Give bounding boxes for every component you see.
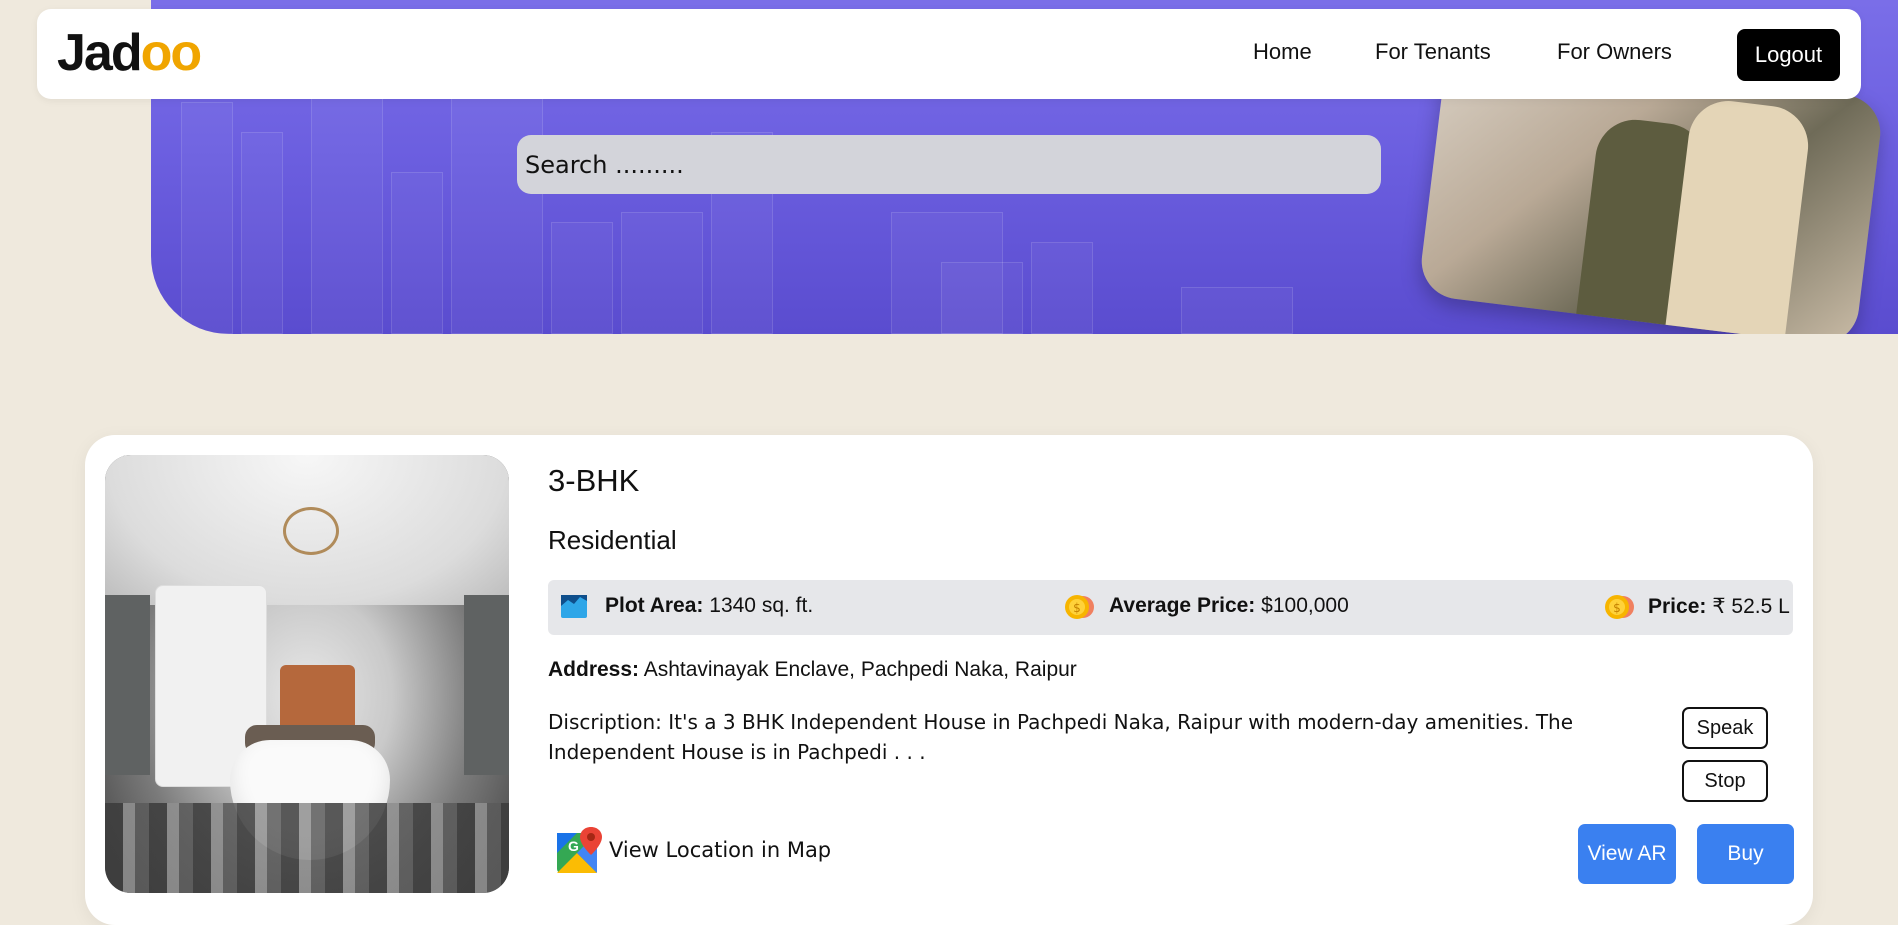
property-360-image[interactable]: [105, 455, 509, 893]
nav-link-home[interactable]: Home: [1253, 39, 1312, 65]
logout-button[interactable]: Logout: [1737, 29, 1840, 81]
nav-link-for-tenants[interactable]: For Tenants: [1375, 39, 1491, 65]
svg-text:G: G: [568, 838, 579, 854]
listing-title: 3-BHK: [548, 463, 640, 498]
nav-link-for-owners[interactable]: For Owners: [1557, 39, 1672, 65]
view-ar-button[interactable]: View AR: [1578, 824, 1676, 884]
buy-button[interactable]: Buy: [1697, 824, 1794, 884]
coin-icon: $: [1065, 595, 1094, 619]
speak-button[interactable]: Speak: [1682, 707, 1768, 749]
listing-stats-bar: Plot Area: 1340 sq. ft. $ Average Price:…: [548, 580, 1793, 635]
listing-address: Address: Ashtavinayak Enclave, Pachpedi …: [548, 658, 1077, 681]
google-maps-icon: G: [557, 827, 602, 873]
svg-text:$: $: [1613, 601, 1621, 615]
view-location-link[interactable]: G View Location in Map: [555, 825, 831, 875]
listing-card: 3-BHK Residential Plot Area: 1340 sq. ft…: [85, 435, 1813, 925]
plot-area-icon: [561, 595, 587, 618]
price-stat: Price: ₹ 52.5 L: [1648, 595, 1790, 618]
listing-category: Residential: [548, 525, 677, 555]
average-price-stat: Average Price: $100,000: [1109, 594, 1349, 617]
logo[interactable]: Jadoo: [57, 23, 202, 83]
coin-icon: $: [1605, 595, 1634, 619]
listing-description: Discription: It's a 3 BHK Independent Ho…: [548, 710, 1574, 764]
svg-text:$: $: [1073, 601, 1081, 615]
search-input[interactable]: [517, 135, 1381, 194]
view-location-label: View Location in Map: [609, 838, 832, 862]
navbar: Jadoo Home For Tenants For Owners Logout: [37, 9, 1861, 99]
plot-area-stat: Plot Area: 1340 sq. ft.: [605, 594, 814, 617]
stop-button[interactable]: Stop: [1682, 760, 1768, 802]
